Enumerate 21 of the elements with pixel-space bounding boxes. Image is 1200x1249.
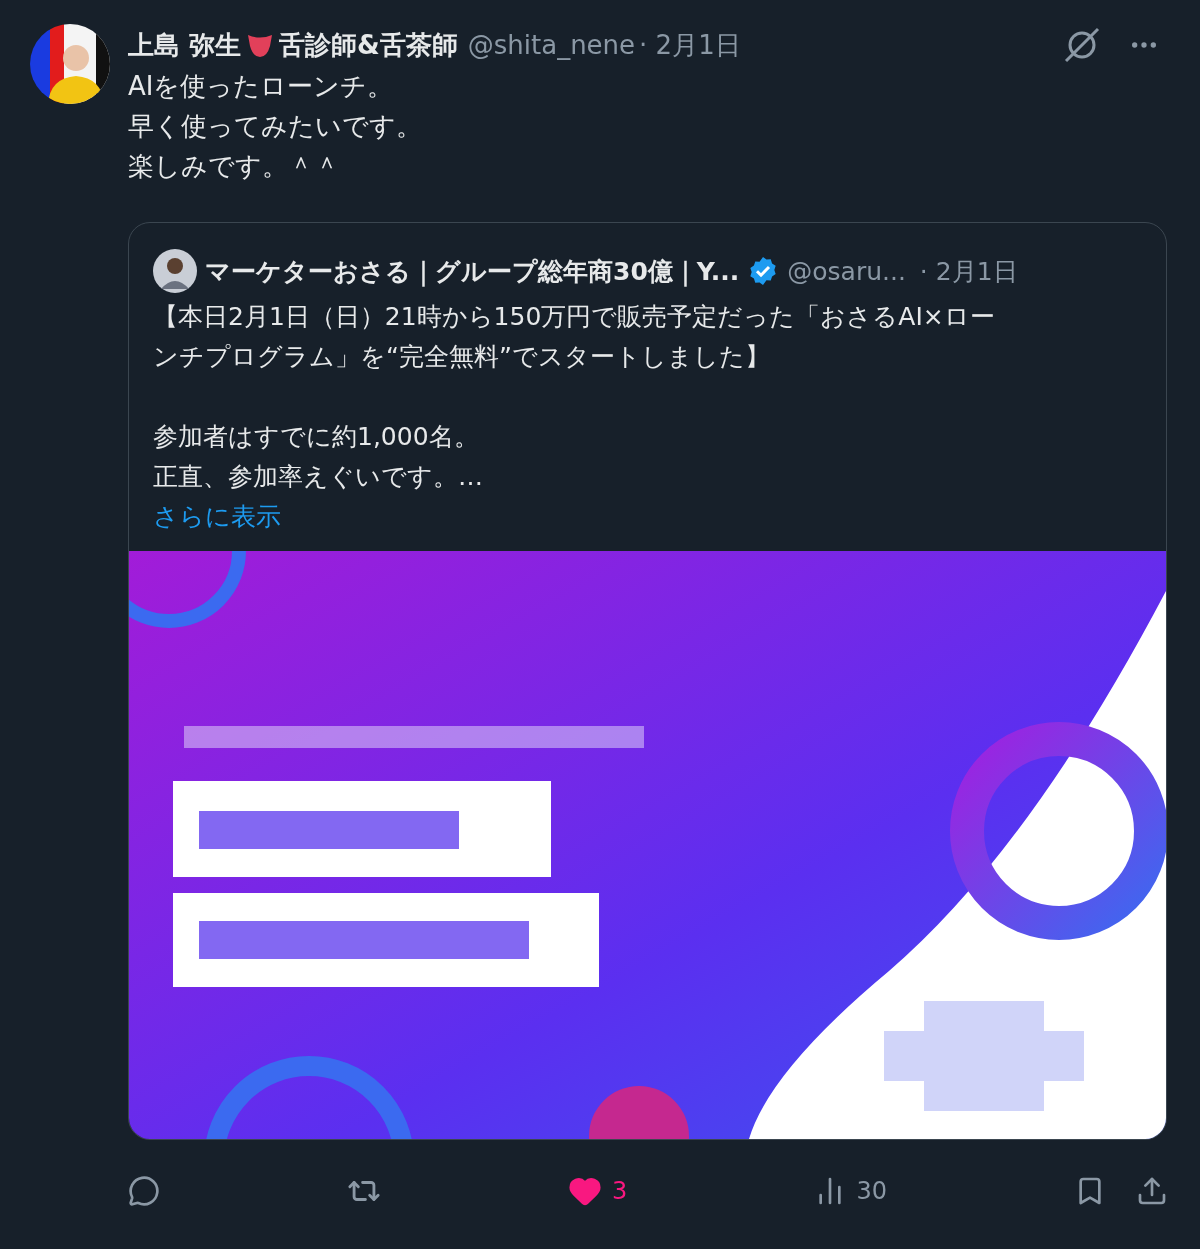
avatar [153,249,197,293]
post-text: 早く使ってみたいです。 [128,110,423,143]
views-button[interactable]: 30 [814,1175,887,1207]
like-button[interactable]: 3 [568,1174,628,1208]
quote-text: 正直、参加率えぐいです。… [153,461,484,493]
author-handle: @shita_nene [467,30,636,60]
show-more-link[interactable]: さらに表示 [153,497,281,537]
author-name: 上島 弥生 [128,28,242,62]
quote-date: · 2月1日 [919,255,1018,288]
post-text: AIを使ったローンチ。 [128,70,395,103]
reply-button[interactable] [128,1175,160,1207]
quote-text: 参加者はすでに約1,000名。 [153,421,480,453]
reply-icon [128,1175,160,1207]
post-date: · 2月1日 [639,28,741,62]
quote-author-name: マーケターおさる｜グループ総年商30億｜Y... [205,255,740,288]
author-title: 舌診師&舌茶師 [279,28,458,62]
quote-text: 【本日2月1日（日）21時から150万円で販売予定だった「おさるAI×ロー [153,301,996,333]
quote-author-handle: @osaru... [787,256,906,286]
quote-text: ンチプログラム」を“完全無料”でスタートしました】 [153,341,771,373]
slashed-circle-icon[interactable] [1062,25,1102,65]
post-text: 楽しみです。＾＾ [128,150,341,183]
